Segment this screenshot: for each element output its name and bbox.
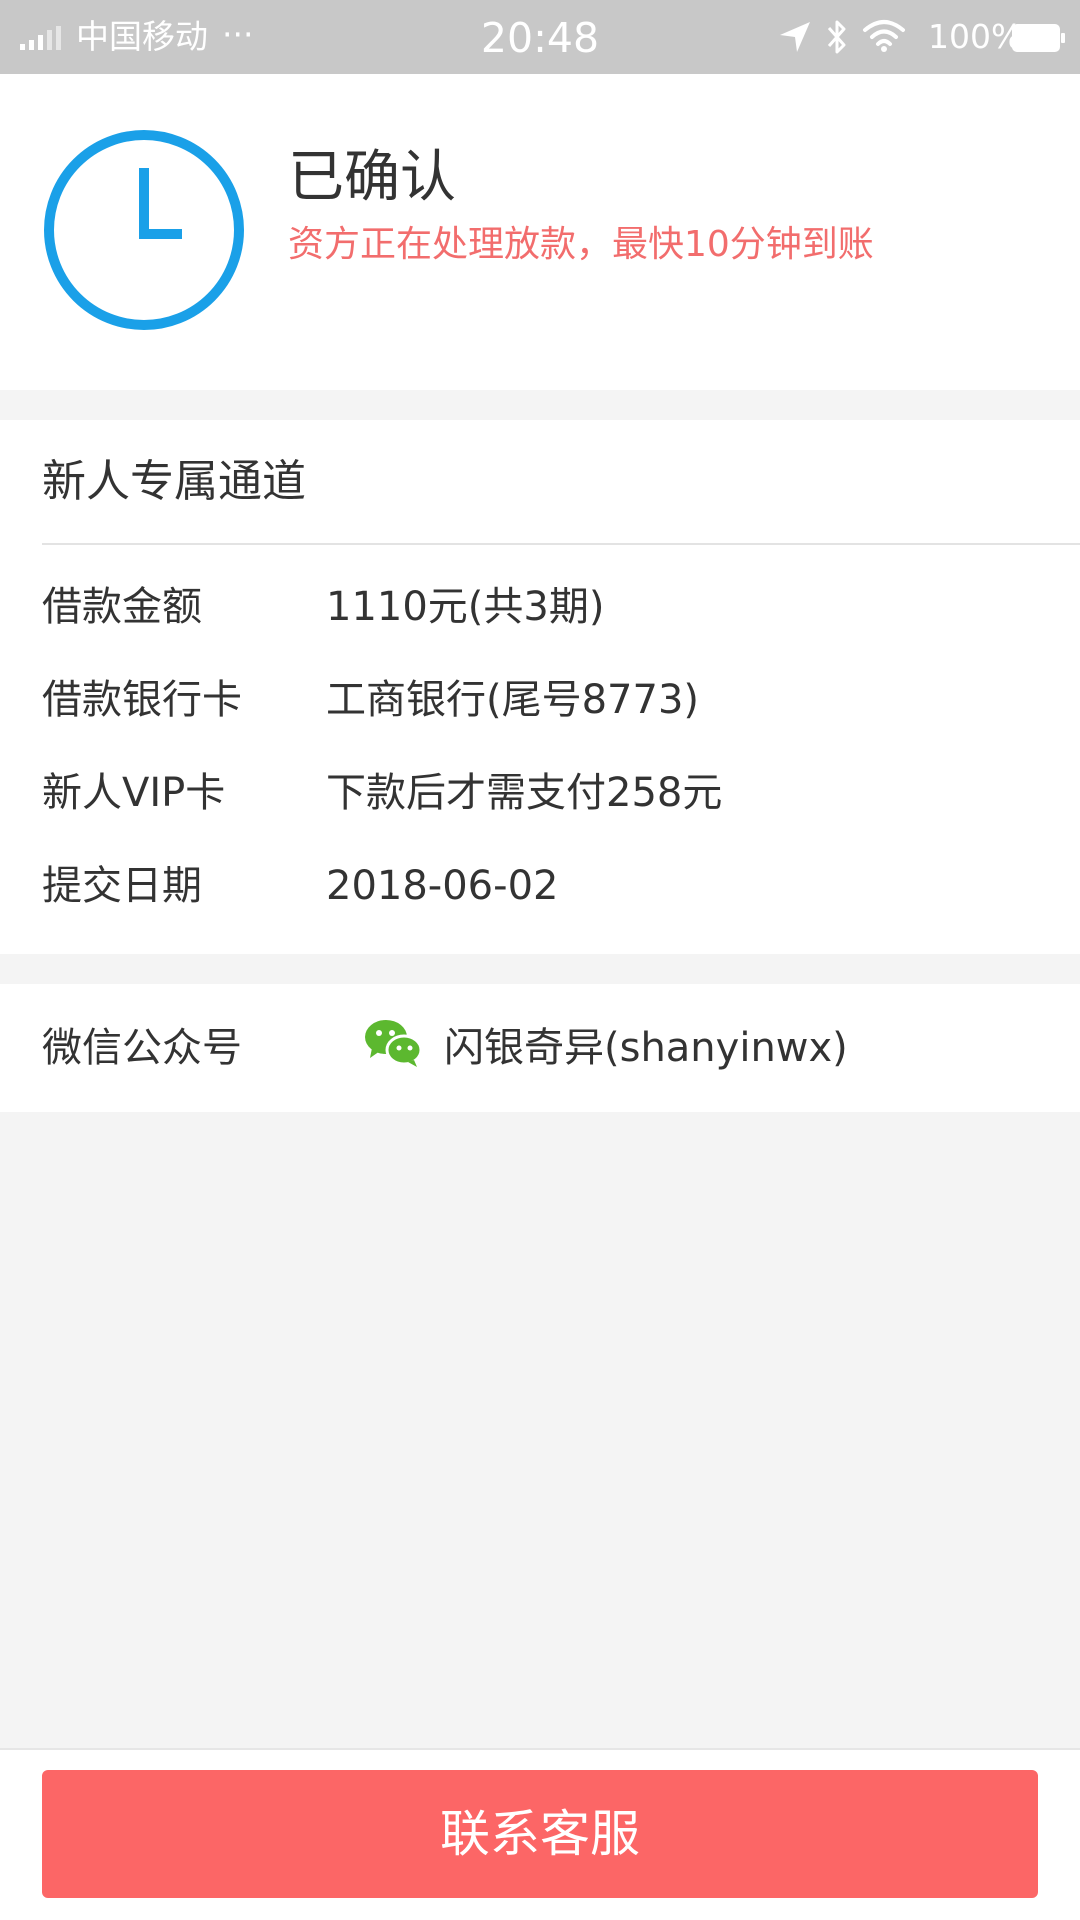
- detail-value: 1110元(共3期): [326, 584, 605, 630]
- detail-label: 提交日期: [42, 863, 202, 909]
- status-title: 已确认: [288, 145, 456, 210]
- detail-row-vip-card: 新人VIP卡 下款后才需支付258元: [0, 763, 1080, 823]
- detail-row-bank-card: 借款银行卡 工商银行(尾号8773): [0, 670, 1080, 730]
- battery-icon: [1012, 24, 1065, 52]
- wechat-account-row: 微信公众号 闪银奇异(shanyinwx): [0, 984, 1080, 1112]
- detail-row-loan-amount: 借款金额 1110元(共3期): [0, 577, 1080, 637]
- detail-value: 工商银行(尾号8773): [326, 677, 700, 723]
- loan-details-card: 新人专属通道 借款金额 1110元(共3期) 借款银行卡 工商银行(尾号8773…: [0, 420, 1080, 954]
- wechat-account-name: 闪银奇异(shanyinwx): [444, 1025, 848, 1071]
- section-title: 新人专属通道: [42, 456, 306, 507]
- status-bar: 中国移动 ··· 20:48 100%: [0, 0, 1080, 74]
- status-section: 已确认 资方正在处理放款，最快10分钟到账: [0, 74, 1080, 390]
- wechat-label: 微信公众号: [42, 1025, 242, 1071]
- detail-label: 新人VIP卡: [42, 770, 226, 816]
- detail-row-submit-date: 提交日期 2018-06-02: [0, 856, 1080, 916]
- detail-label: 借款银行卡: [42, 677, 242, 723]
- clock-time: 20:48: [480, 14, 600, 62]
- contact-service-button[interactable]: 联系客服: [42, 1770, 1038, 1898]
- clock-icon: [44, 130, 244, 330]
- wechat-icon: [365, 1020, 422, 1067]
- bluetooth-icon: [827, 20, 846, 54]
- wifi-icon: [863, 20, 905, 52]
- status-subtitle: 资方正在处理放款，最快10分钟到账: [288, 224, 874, 265]
- bottom-bar: 联系客服: [0, 1748, 1080, 1920]
- page: 中国移动 ··· 20:48 100% 已确认 资方正在处理放款，最快10分钟到…: [0, 0, 1080, 1920]
- battery-percent: 100%: [928, 17, 1023, 56]
- divider: [42, 543, 1080, 545]
- detail-value: 2018-06-02: [326, 863, 559, 909]
- detail-value: 下款后才需支付258元: [326, 770, 723, 816]
- location-icon: [780, 22, 810, 52]
- detail-label: 借款金额: [42, 584, 202, 630]
